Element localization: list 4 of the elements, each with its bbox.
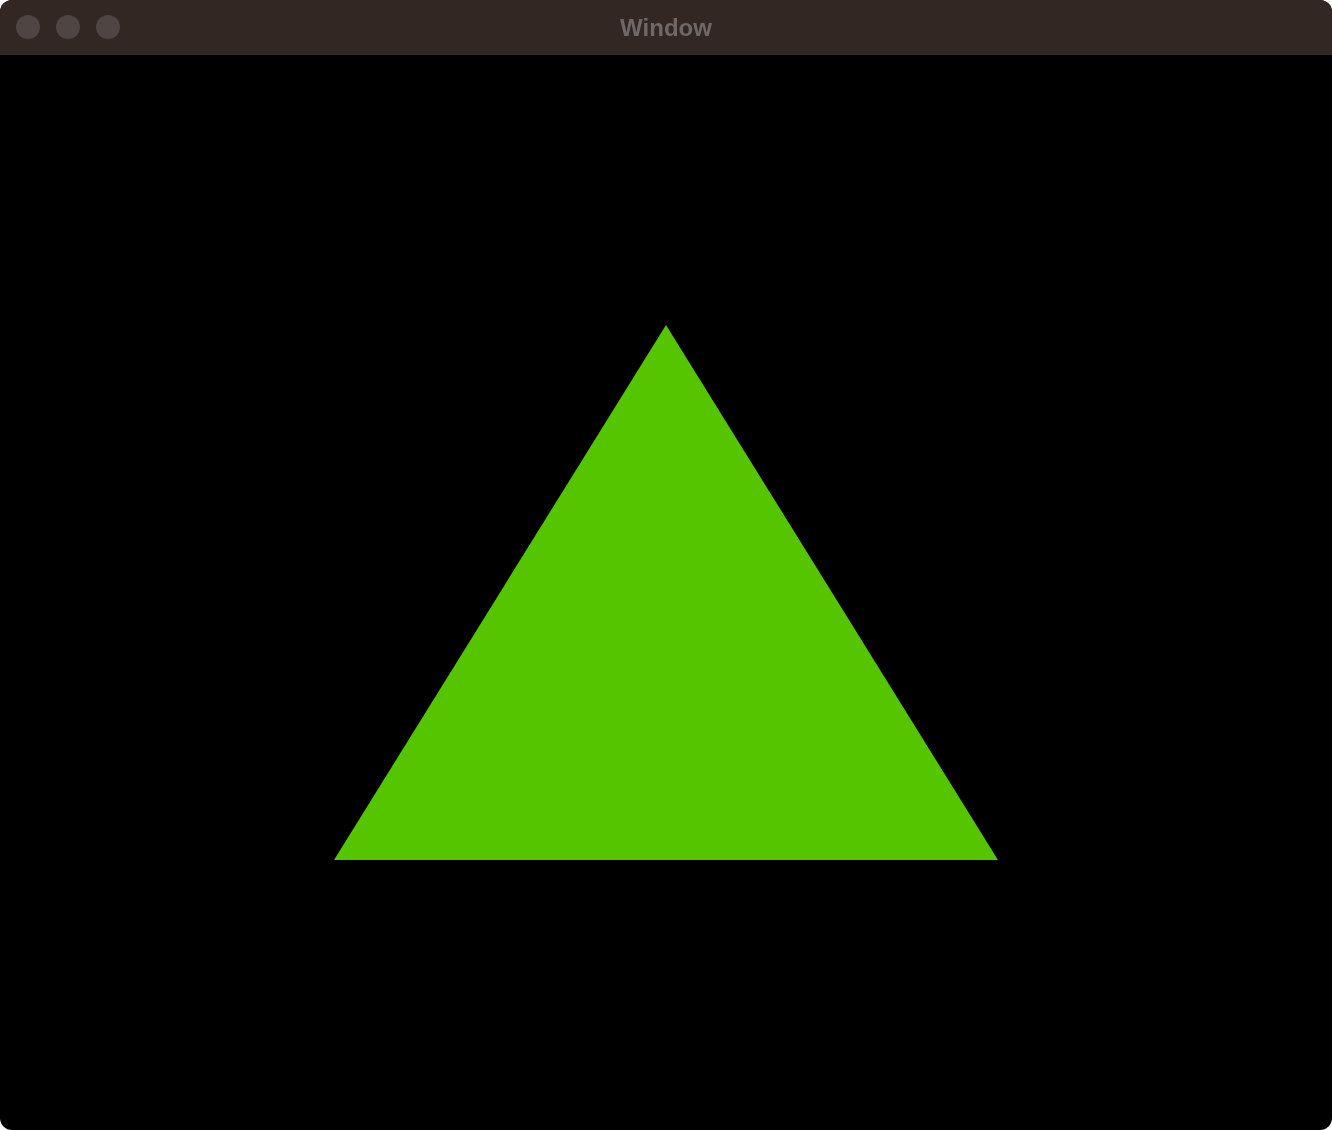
zoom-button[interactable] xyxy=(96,15,120,39)
close-button[interactable] xyxy=(16,15,40,39)
minimize-button[interactable] xyxy=(56,15,80,39)
window-title: Window xyxy=(620,13,712,42)
